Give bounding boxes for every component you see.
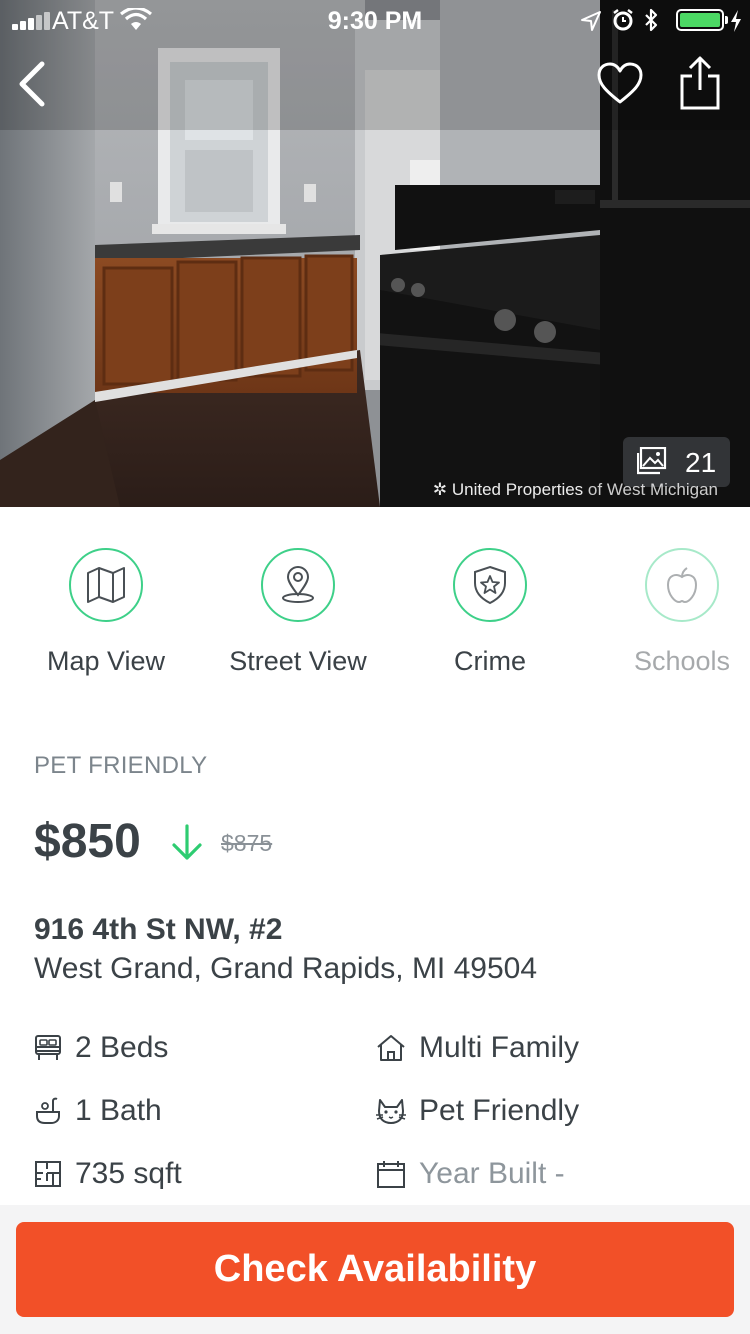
schools-label: Schools <box>633 646 731 676</box>
photo-watermark: ✲ United Properties of West Michigan <box>433 480 718 500</box>
feature-pets: Pet Friendly <box>375 1091 579 1131</box>
floorplan-icon <box>35 1161 61 1187</box>
schools-button[interactable]: Schools <box>592 548 750 677</box>
feature-pets-label: Pet Friendly <box>419 1094 580 1127</box>
back-button[interactable] <box>14 60 54 108</box>
status-bar: AT&T 9:30 PM <box>0 0 750 40</box>
bath-icon <box>36 1097 60 1124</box>
apple-icon <box>645 548 719 622</box>
price-drop-icon <box>172 824 202 860</box>
feature-baths: 1 Bath <box>33 1091 162 1131</box>
address-locality: West Grand, Grand Rapids, MI 49504 <box>34 952 538 985</box>
bed-icon <box>35 1035 61 1060</box>
feature-beds: 2 Beds <box>33 1028 168 1068</box>
watermark-logo-icon: ✲ <box>432 480 448 499</box>
map-view-button[interactable]: Map View <box>16 548 196 677</box>
crime-label: Crime <box>454 646 526 676</box>
watermark-brand: United Properties <box>451 480 584 499</box>
feature-area-label: 735 sqft <box>75 1157 182 1190</box>
crime-button[interactable]: Crime <box>400 548 580 677</box>
feature-year-built: Year Built - <box>375 1154 565 1194</box>
feature-beds-label: 2 Beds <box>75 1031 169 1064</box>
street-view-button[interactable]: Street View <box>208 548 388 677</box>
charging-icon <box>731 10 741 32</box>
location-arrow-icon <box>581 11 601 31</box>
photo-gallery-icon <box>637 447 667 475</box>
price: $850 <box>34 815 141 868</box>
quick-actions: Map View Street View Crime Schools <box>0 548 750 688</box>
listing-photo[interactable]: AT&T 9:30 PM 21 ✲ United Properties of W… <box>0 0 750 507</box>
listing-tag: PET FRIENDLY <box>34 752 208 779</box>
photo-count: 21 <box>685 447 717 478</box>
cat-icon <box>376 1099 406 1124</box>
address-street: 916 4th St NW, #2 <box>34 913 283 946</box>
feature-year-built-label: Year Built - <box>419 1157 565 1190</box>
map-icon <box>69 548 143 622</box>
house-icon <box>377 1035 405 1061</box>
map-view-label: Map View <box>46 646 166 676</box>
bluetooth-icon <box>645 8 658 32</box>
location-pin-icon <box>261 548 335 622</box>
feature-type: Multi Family <box>375 1028 579 1068</box>
feature-area: 735 sqft <box>33 1154 182 1194</box>
shield-star-icon <box>453 548 527 622</box>
alarm-icon <box>613 9 633 31</box>
favorite-button[interactable] <box>596 60 644 108</box>
street-view-label: Street View <box>229 646 367 676</box>
clock: 9:30 PM <box>327 7 423 35</box>
check-availability-button[interactable]: Check Availability <box>16 1222 734 1317</box>
feature-baths-label: 1 Bath <box>75 1094 162 1127</box>
battery-icon <box>676 9 728 31</box>
previous-price: $875 <box>221 830 273 856</box>
watermark-suffix: of West Michigan <box>587 480 718 499</box>
feature-type-label: Multi Family <box>419 1031 580 1064</box>
share-button[interactable] <box>676 54 724 112</box>
calendar-icon <box>377 1161 405 1188</box>
